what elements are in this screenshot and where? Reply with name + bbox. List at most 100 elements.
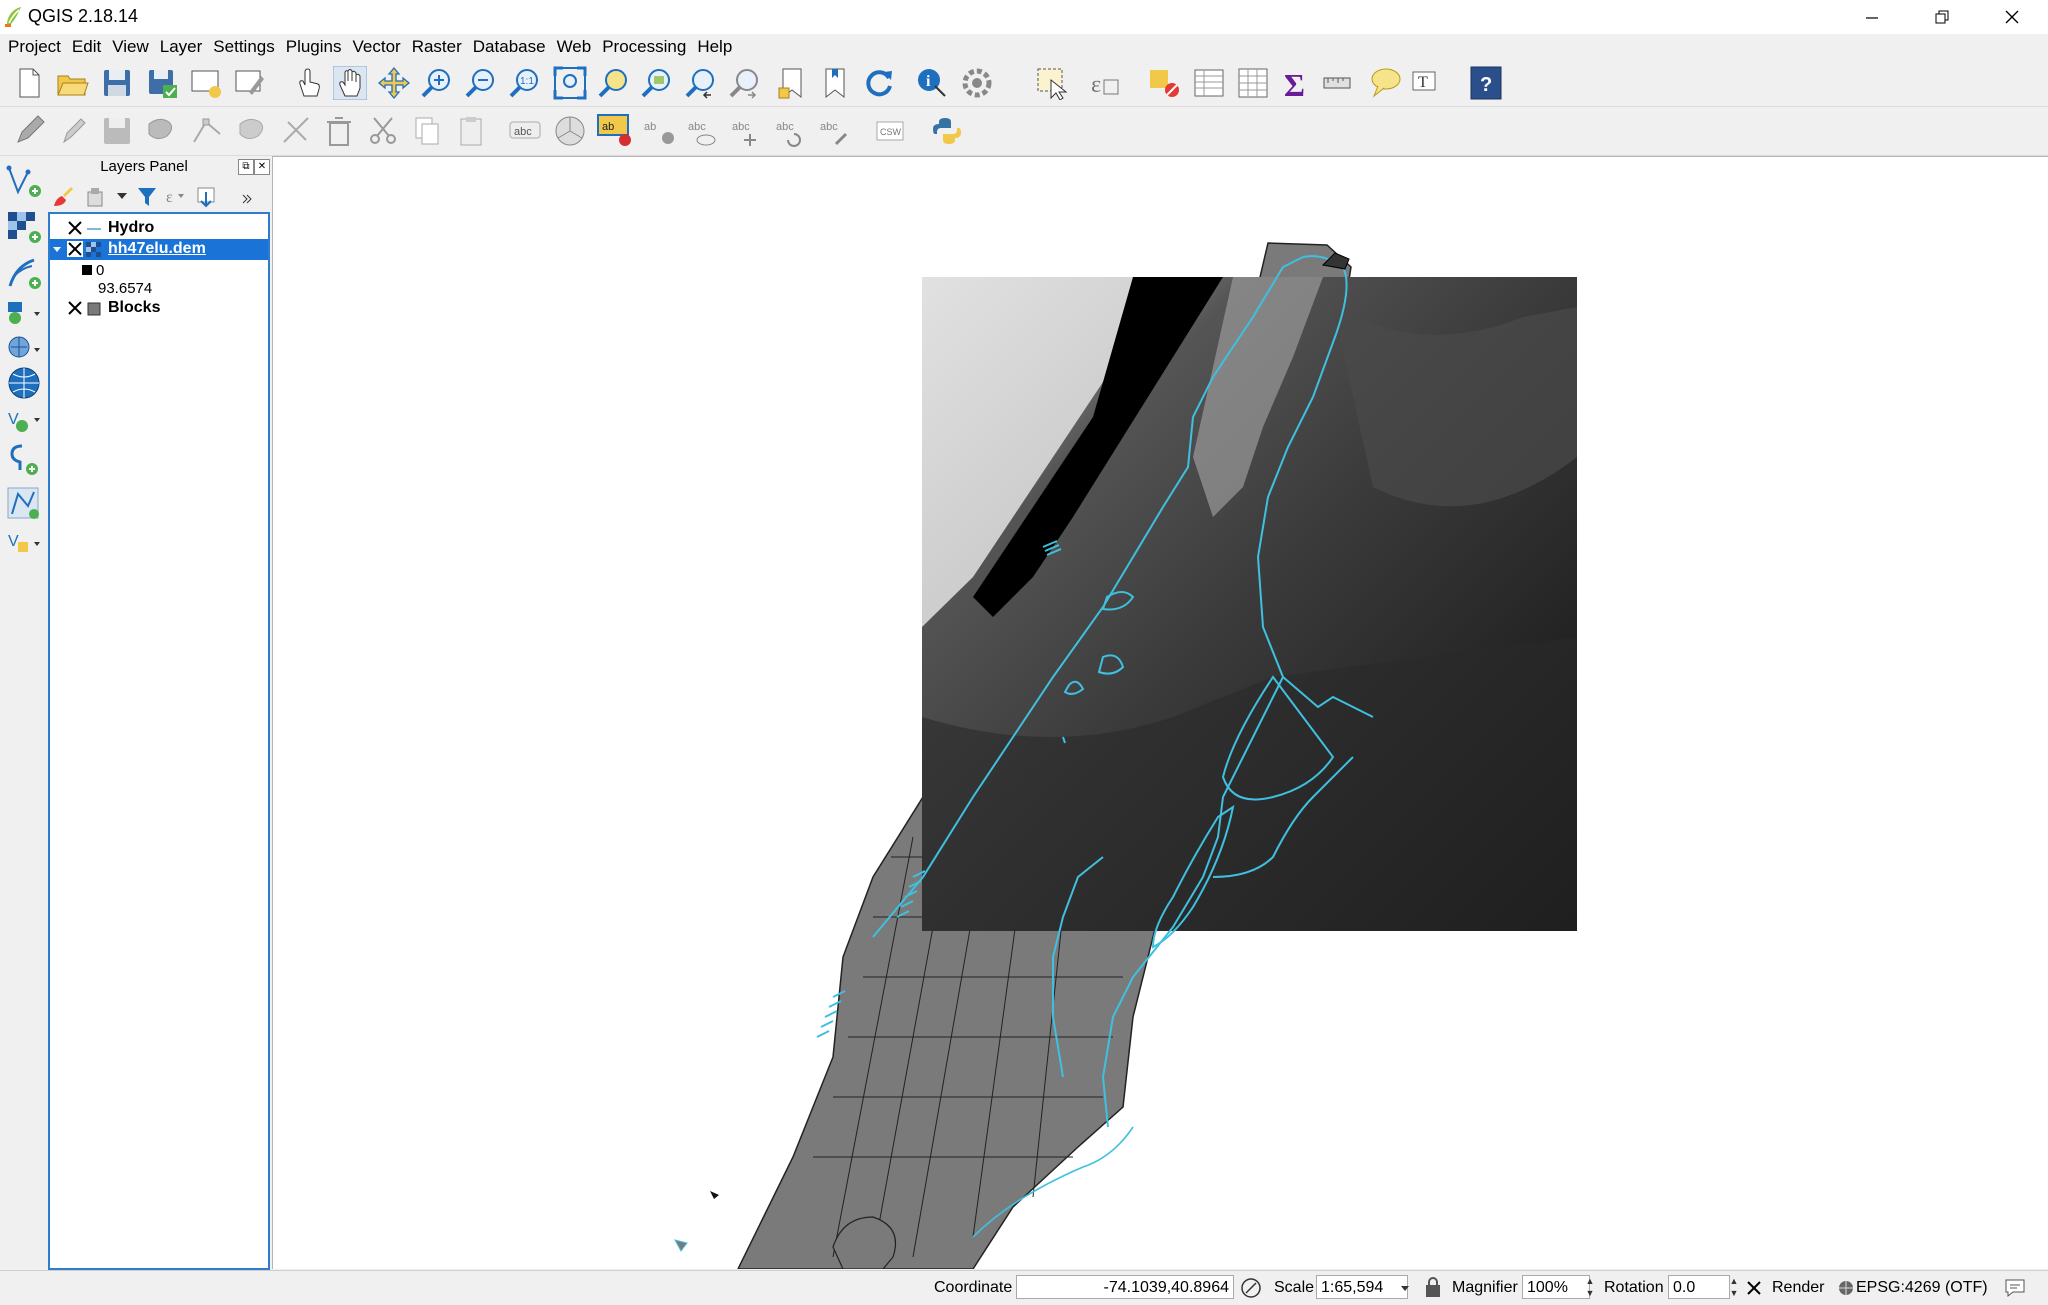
new-project-icon[interactable]: [12, 66, 46, 100]
select-by-value-icon[interactable]: ε: [1088, 66, 1122, 100]
save-as-icon[interactable]: [145, 66, 179, 100]
zoom-to-layer-icon[interactable]: [640, 66, 674, 100]
rotate-label-icon[interactable]: abc: [774, 114, 808, 148]
menu-raster[interactable]: Raster: [406, 34, 467, 60]
identify-icon[interactable]: i: [915, 66, 949, 100]
layer-row-blocks[interactable]: Blocks: [50, 298, 268, 319]
close-panel-button[interactable]: ✕: [254, 159, 270, 175]
menu-project[interactable]: Project: [2, 34, 66, 60]
toggle-editing-icon[interactable]: [12, 114, 46, 148]
show-bookmarks-icon[interactable]: [818, 66, 852, 100]
scale-field[interactable]: 1:65,594: [1316, 1275, 1408, 1299]
add-feature-icon[interactable]: [145, 114, 179, 148]
lock-scale-icon[interactable]: [1424, 1276, 1442, 1298]
help-icon[interactable]: ?: [1469, 66, 1503, 100]
messages-icon[interactable]: [2004, 1278, 2026, 1298]
composer-manager-icon[interactable]: [233, 66, 267, 100]
chevron-down-icon[interactable]: [116, 190, 128, 202]
open-attribute-table-icon[interactable]: [1192, 66, 1226, 100]
layer-visibility-checkbox[interactable]: [67, 241, 83, 257]
close-button[interactable]: [1978, 0, 2046, 34]
add-delimited-text-icon[interactable]: [6, 256, 42, 290]
restore-button[interactable]: [1908, 0, 1976, 34]
layer-visibility-checkbox[interactable]: [67, 300, 83, 316]
styling-icon[interactable]: [52, 186, 74, 208]
toggle-extents-icon[interactable]: [1240, 1277, 1262, 1299]
save-project-icon[interactable]: [100, 66, 134, 100]
expand-all-icon[interactable]: [196, 186, 218, 208]
menu-processing[interactable]: Processing: [596, 34, 691, 60]
deselect-all-icon[interactable]: [1148, 66, 1182, 100]
node-tool-icon[interactable]: [190, 114, 224, 148]
menu-database[interactable]: Database: [467, 34, 551, 60]
magnifier-field[interactable]: 100%: [1522, 1275, 1590, 1299]
menu-web[interactable]: Web: [551, 34, 597, 60]
collapse-arrow-icon[interactable]: [53, 245, 61, 253]
move-label-icon[interactable]: abc: [730, 114, 764, 148]
filter-by-expression-icon[interactable]: ε: [164, 186, 186, 208]
python-icon[interactable]: [930, 114, 964, 148]
current-edits-icon[interactable]: [56, 114, 90, 148]
add-spatialite-icon[interactable]: [6, 298, 42, 332]
float-panel-button[interactable]: ⧉: [238, 159, 254, 175]
zoom-last-icon[interactable]: [684, 66, 718, 100]
crs-status[interactable]: EPSG:4269 (OTF): [1856, 1279, 1988, 1297]
map-tips-icon[interactable]: [1368, 66, 1402, 100]
crs-globe-icon[interactable]: [1838, 1280, 1854, 1296]
magnifier-spinner[interactable]: ▲ ▼: [1584, 1275, 1596, 1299]
node-tool-alt-icon[interactable]: [280, 114, 314, 148]
zoom-actual-size-icon[interactable]: 1:1: [508, 66, 542, 100]
field-calculator-icon[interactable]: [1236, 66, 1270, 100]
add-wms-icon[interactable]: [6, 334, 42, 368]
touch-icon[interactable]: [290, 66, 324, 100]
change-label-icon[interactable]: abc: [818, 114, 852, 148]
coordinate-field[interactable]: -74.1039,40.8964: [1016, 1275, 1234, 1299]
rotation-field[interactable]: 0.0: [1668, 1275, 1730, 1299]
add-raster-layer-icon[interactable]: [6, 210, 42, 244]
render-checkbox-icon[interactable]: [1746, 1280, 1762, 1296]
menu-plugins[interactable]: Plugins: [280, 34, 347, 60]
measure-icon[interactable]: [1322, 66, 1356, 100]
menu-settings[interactable]: Settings: [207, 34, 279, 60]
minimize-button[interactable]: [1838, 0, 1906, 34]
menu-help[interactable]: Help: [691, 34, 737, 60]
new-print-composer-icon[interactable]: [189, 66, 223, 100]
add-group-icon[interactable]: [84, 186, 106, 208]
refresh-icon[interactable]: [862, 66, 896, 100]
add-virtual-layer-icon[interactable]: V: [6, 404, 42, 438]
layer-row-hh47elu-dem[interactable]: hh47elu.dem: [50, 239, 268, 260]
zoom-next-icon[interactable]: [728, 66, 762, 100]
filter-legend-icon[interactable]: [136, 186, 158, 208]
menu-edit[interactable]: Edit: [66, 34, 106, 60]
copy-features-icon[interactable]: [410, 114, 444, 148]
add-vector-layer-icon[interactable]: [6, 164, 42, 198]
new-temporary-layer-icon[interactable]: [6, 486, 42, 520]
zoom-full-icon[interactable]: [553, 66, 587, 100]
map-canvas[interactable]: [272, 156, 2048, 1269]
delete-selected-icon[interactable]: [322, 114, 356, 148]
text-annotation-icon[interactable]: T: [1410, 66, 1444, 100]
menu-view[interactable]: View: [106, 34, 154, 60]
save-edits-icon[interactable]: [100, 114, 134, 148]
more-tools-icon[interactable]: [242, 194, 252, 204]
zoom-in-icon[interactable]: [420, 66, 454, 100]
select-features-icon[interactable]: [1035, 66, 1069, 100]
layer-visibility-checkbox[interactable]: [67, 220, 83, 236]
pan-icon[interactable]: [333, 66, 367, 100]
scale-dropdown-icon[interactable]: [1400, 1283, 1410, 1293]
pin-labels-icon[interactable]: ab: [642, 114, 676, 148]
add-wfs-icon[interactable]: [6, 366, 42, 400]
map-render[interactable]: [273, 157, 2048, 1269]
menu-vector[interactable]: Vector: [347, 34, 406, 60]
move-feature-icon[interactable]: [236, 114, 270, 148]
menu-layer[interactable]: Layer: [154, 34, 208, 60]
label-icon[interactable]: abc: [508, 114, 542, 148]
statistics-icon[interactable]: Σ: [1280, 66, 1314, 100]
new-bookmark-icon[interactable]: [775, 66, 809, 100]
pan-to-selection-icon[interactable]: [377, 66, 411, 100]
new-shapefile-icon[interactable]: [6, 442, 42, 476]
csw-icon[interactable]: CSW: [874, 114, 908, 148]
new-virtual-layer-icon[interactable]: V: [6, 528, 42, 562]
diagram-icon[interactable]: [553, 114, 587, 148]
highlight-pinned-labels-icon[interactable]: ab: [597, 114, 631, 148]
